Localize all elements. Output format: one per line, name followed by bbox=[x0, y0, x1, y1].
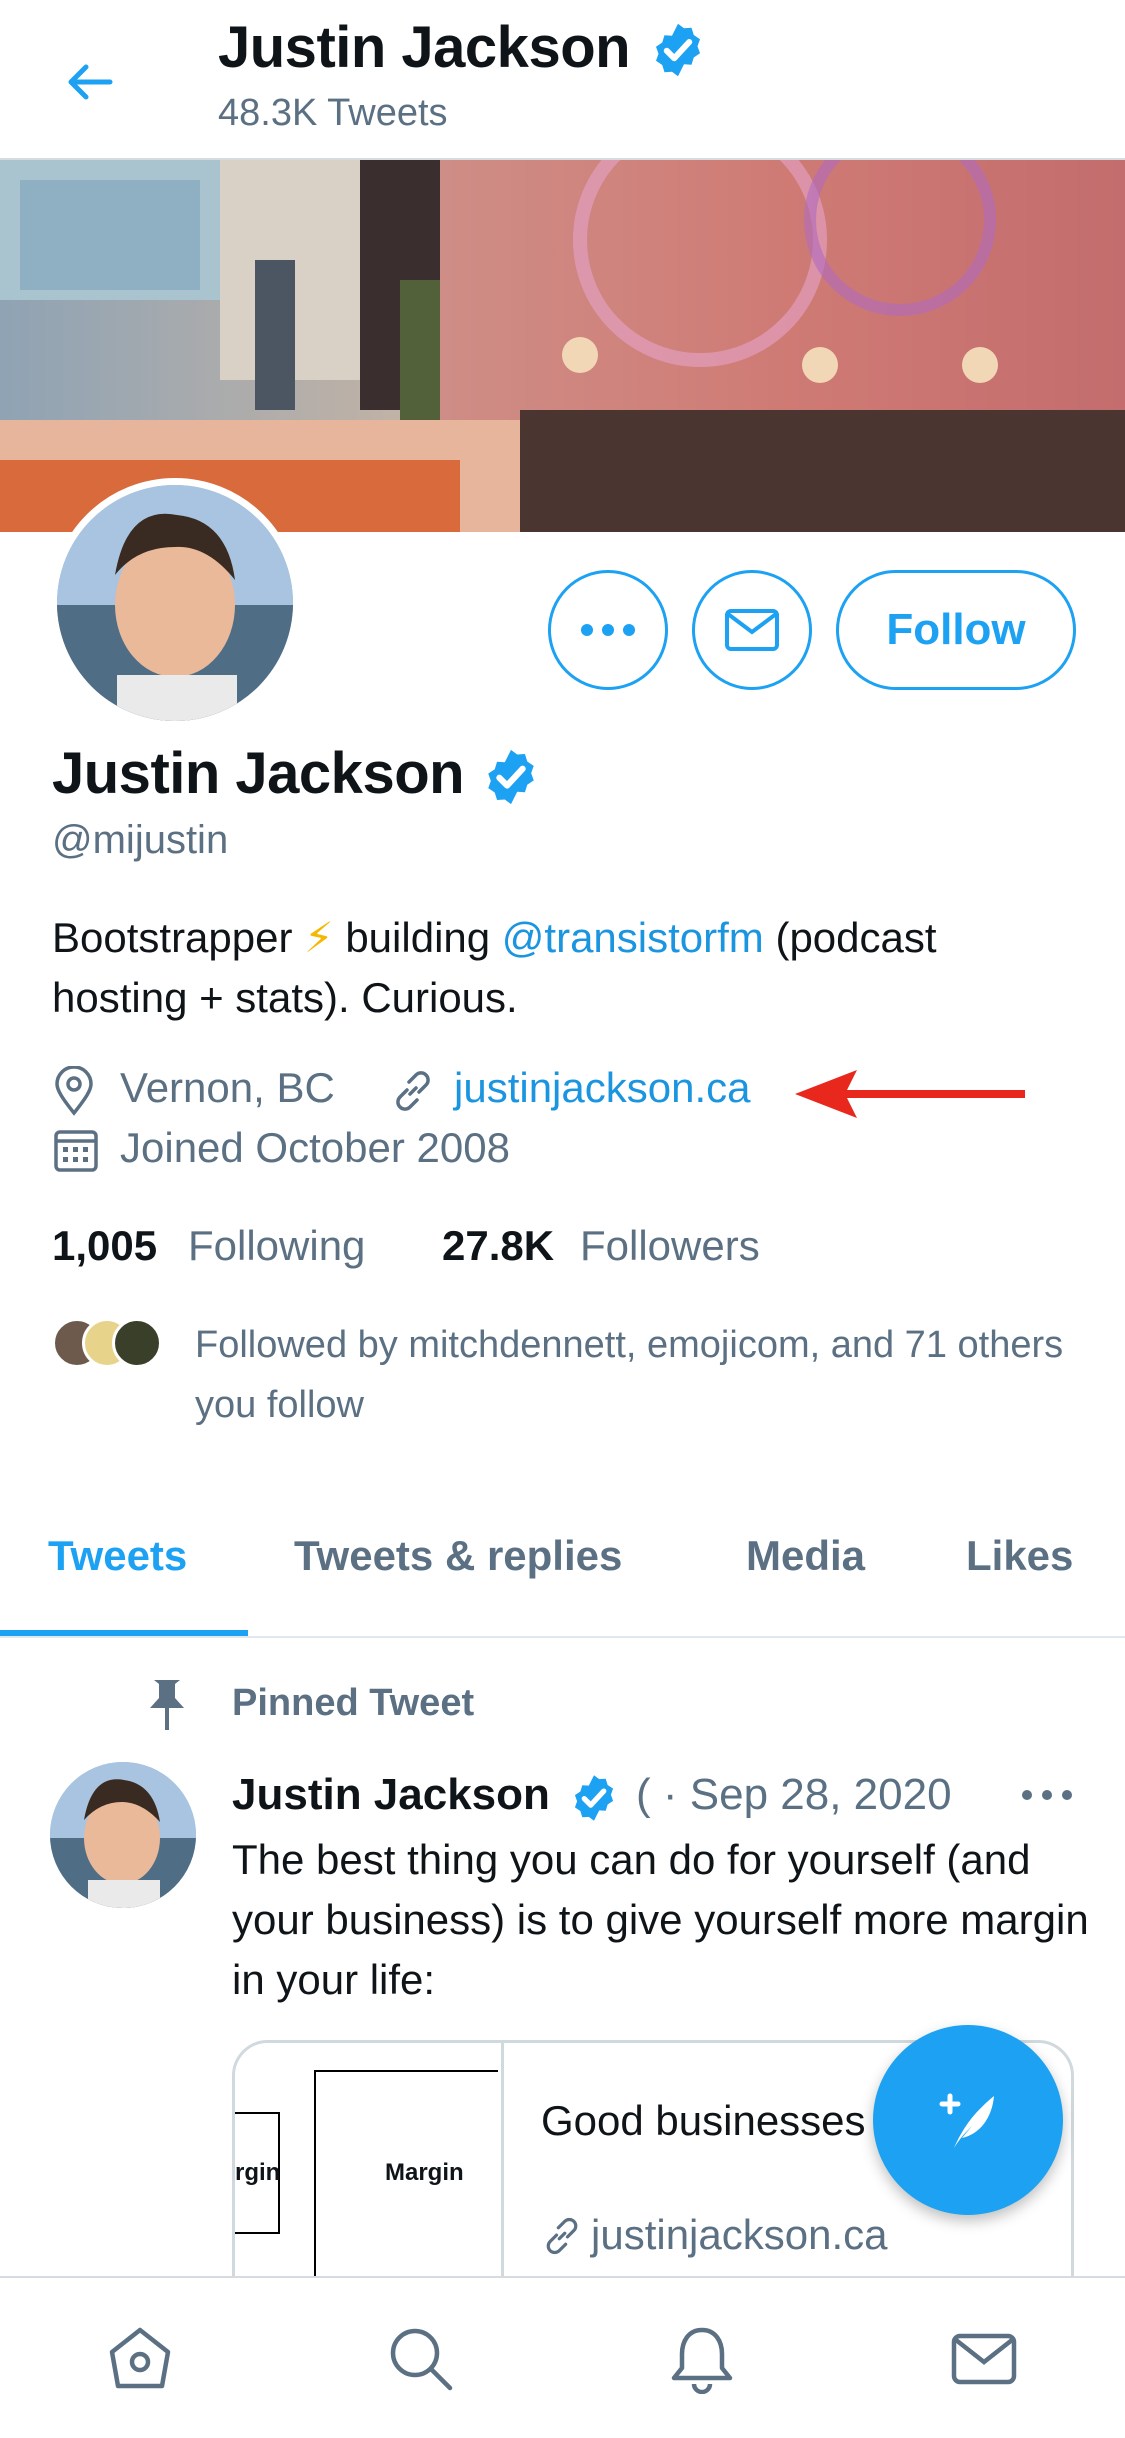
mail-icon bbox=[725, 609, 779, 651]
profile-handle: @mijustin bbox=[52, 818, 229, 862]
tweet-author-name[interactable]: Justin Jackson bbox=[232, 1770, 550, 1820]
mail-icon[interactable] bbox=[948, 2322, 1020, 2394]
calendar-icon bbox=[54, 1130, 98, 1172]
profile-banner[interactable] bbox=[0, 160, 1125, 532]
tab-tweets[interactable]: Tweets bbox=[48, 1532, 187, 1580]
profile-website-link[interactable]: justinjackson.ca bbox=[454, 1064, 750, 1112]
bio-mention-link[interactable]: @transistorfm bbox=[502, 914, 764, 961]
more-options-button[interactable] bbox=[548, 570, 668, 690]
followers-count[interactable]: 27.8K bbox=[442, 1222, 554, 1270]
link-icon bbox=[396, 1071, 430, 1111]
profile-name: Justin Jackson bbox=[52, 741, 465, 806]
followed-by-text[interactable]: Followed by mitchdennett, emojicom, and … bbox=[195, 1315, 1075, 1435]
bio-text: building bbox=[333, 914, 502, 961]
follow-button[interactable]: Follow bbox=[836, 570, 1076, 690]
red-arrow-annotation bbox=[795, 1070, 1025, 1118]
following-count[interactable]: 1,005 bbox=[52, 1222, 157, 1270]
verified-badge-icon bbox=[488, 749, 534, 805]
tweet-text: The best thing you can do for yourself (… bbox=[232, 1836, 1089, 2003]
more-icon bbox=[581, 624, 635, 636]
location-icon bbox=[55, 1066, 93, 1116]
tweet-date[interactable]: ( · Sep 28, 2020 bbox=[636, 1770, 952, 1820]
tweet-more-icon[interactable] bbox=[1020, 1780, 1074, 1810]
lightning-emoji: ⚡ bbox=[304, 914, 334, 961]
pinned-tweet-label: Pinned Tweet bbox=[232, 1682, 475, 1724]
follower-avatar bbox=[112, 1318, 162, 1368]
profile-bio: Bootstrapper ⚡ building @transistorfm (p… bbox=[52, 908, 1082, 1028]
active-tab-indicator bbox=[0, 1630, 248, 1636]
compose-tweet-button[interactable] bbox=[873, 2025, 1063, 2215]
followers-label[interactable]: Followers bbox=[580, 1222, 760, 1270]
tab-media[interactable]: Media bbox=[746, 1532, 865, 1580]
pin-icon bbox=[150, 1680, 184, 1730]
tab-tweets-and-replies[interactable]: Tweets & replies bbox=[294, 1532, 622, 1580]
search-icon[interactable] bbox=[384, 2322, 456, 2394]
profile-location: Vernon, BC bbox=[120, 1064, 335, 1111]
card-image-label: rgin bbox=[235, 2159, 281, 2186]
tab-likes[interactable]: Likes bbox=[966, 1532, 1073, 1580]
joined-date: Joined October 2008 bbox=[120, 1124, 510, 1171]
card-link: justinjackson.ca bbox=[591, 2211, 888, 2258]
message-button[interactable] bbox=[692, 570, 812, 690]
verified-badge-icon bbox=[656, 23, 700, 77]
header-tweet-count: 48.3K Tweets bbox=[218, 92, 448, 134]
header-name: Justin Jackson bbox=[218, 15, 631, 80]
verified-badge-icon bbox=[574, 1775, 614, 1821]
home-icon[interactable] bbox=[104, 2322, 176, 2394]
tweet-author-avatar[interactable] bbox=[50, 1762, 196, 1908]
link-icon bbox=[546, 2217, 578, 2255]
compose-icon bbox=[939, 2093, 994, 2148]
card-image-label: Margin bbox=[385, 2159, 464, 2186]
bell-icon[interactable] bbox=[666, 2322, 738, 2394]
profile-avatar[interactable] bbox=[50, 478, 300, 728]
bio-text: Bootstrapper bbox=[52, 914, 305, 961]
back-arrow-icon[interactable] bbox=[60, 52, 120, 112]
following-label[interactable]: Following bbox=[188, 1222, 365, 1270]
